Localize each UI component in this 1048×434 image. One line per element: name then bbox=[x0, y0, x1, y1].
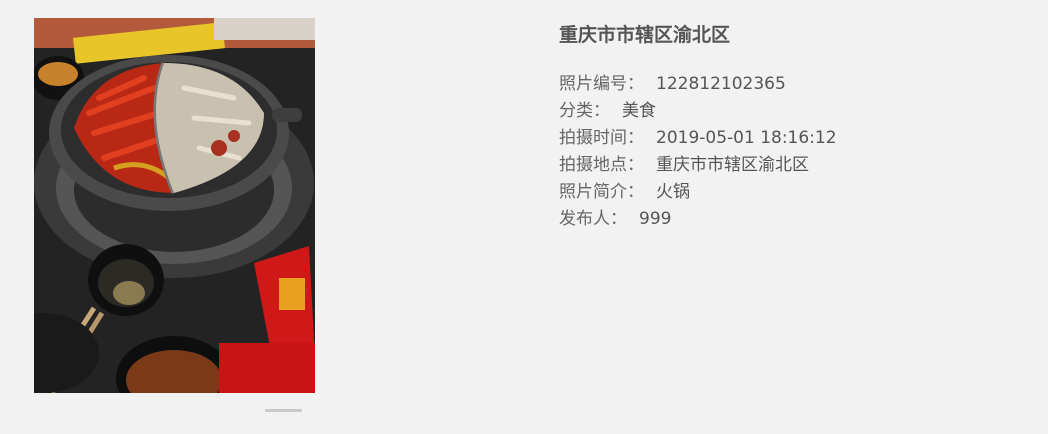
hotpot-photo[interactable] bbox=[34, 18, 315, 393]
row-value: 美食 bbox=[622, 101, 656, 121]
photo-detail-page: 重庆市市辖区渝北区 照片编号： 122812102365 分类： 美食 拍摄时间： 2… bbox=[0, 0, 1048, 434]
location-title: 重庆市市辖区渝北区 bbox=[559, 24, 731, 46]
row-label: 分类 bbox=[559, 101, 593, 121]
info-row-shot-time: 拍摄时间： 2019-05-01 18:16:12 bbox=[559, 125, 1019, 152]
row-separator: ： bbox=[627, 128, 644, 148]
row-value: 火锅 bbox=[656, 182, 690, 202]
row-label: 拍摄时间 bbox=[559, 128, 627, 148]
row-value: 重庆市市辖区渝北区 bbox=[656, 155, 809, 175]
info-row-description: 照片简介： 火锅 bbox=[559, 179, 1019, 206]
row-label: 拍摄地点 bbox=[559, 155, 627, 175]
row-separator: ： bbox=[593, 101, 610, 121]
row-separator: ： bbox=[627, 182, 644, 202]
row-label: 照片编号 bbox=[559, 74, 627, 94]
row-value: 122812102365 bbox=[656, 74, 786, 94]
carousel-indicator[interactable] bbox=[265, 409, 302, 412]
info-row-publisher: 发布人： 999 bbox=[559, 206, 1019, 233]
row-separator: ： bbox=[627, 74, 644, 94]
row-value: 2019-05-01 18:16:12 bbox=[656, 128, 837, 148]
photo-info-panel: 重庆市市辖区渝北区 照片编号： 122812102365 分类： 美食 拍摄时间： 2… bbox=[559, 20, 1019, 233]
row-value: 999 bbox=[639, 209, 672, 229]
row-separator: ： bbox=[627, 155, 644, 175]
row-label: 照片简介 bbox=[559, 182, 627, 202]
info-row-category: 分类： 美食 bbox=[559, 98, 1019, 125]
info-row-photo-number: 照片编号： 122812102365 bbox=[559, 71, 1019, 98]
row-separator: ： bbox=[610, 209, 627, 229]
info-row-shot-location: 拍摄地点： 重庆市市辖区渝北区 bbox=[559, 152, 1019, 179]
row-label: 发布人 bbox=[559, 209, 610, 229]
